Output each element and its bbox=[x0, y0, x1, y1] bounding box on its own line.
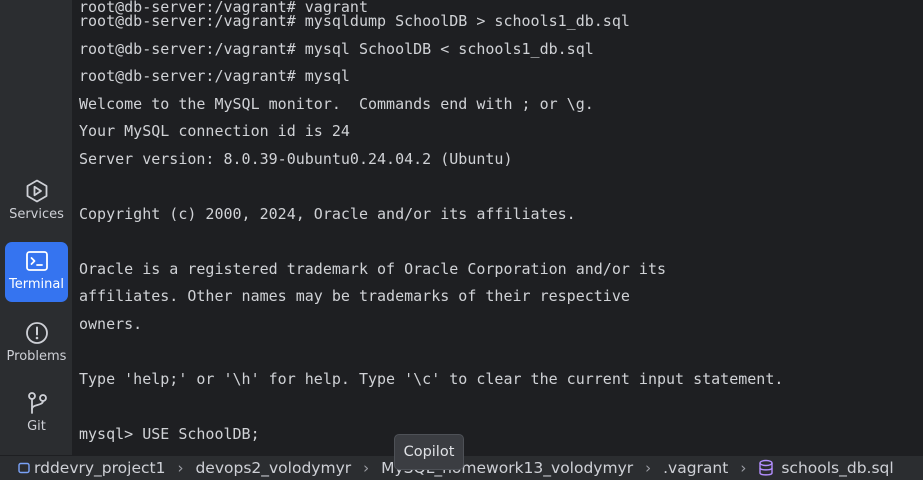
terminal-line: Server version: 8.0.39-0ubuntu0.24.04.2 … bbox=[79, 149, 513, 168]
copilot-tooltip: Copilot bbox=[394, 434, 464, 470]
database-file-icon bbox=[759, 459, 774, 476]
problems-label: Problems bbox=[6, 349, 67, 364]
services-tool-button[interactable]: Services bbox=[5, 174, 68, 234]
problems-icon bbox=[25, 322, 48, 344]
tool-window-sidebar: Services Terminal Problems Git bbox=[0, 0, 72, 455]
breadcrumb-label: schools_db.sql bbox=[781, 459, 894, 477]
project-icon bbox=[18, 462, 30, 474]
terminal-line: Your MySQL connection id is 24 bbox=[79, 122, 350, 140]
terminal-line: mysql> USE SchoolDB; bbox=[79, 424, 260, 443]
services-icon bbox=[26, 179, 47, 203]
terminal-output[interactable]: root@db-server:/vagrant# vagrant root@db… bbox=[72, 0, 923, 455]
git-tool-button[interactable]: Git bbox=[5, 390, 68, 450]
terminal-line: root@db-server:/vagrant# mysql SchoolDB … bbox=[79, 39, 594, 58]
terminal-line: Welcome to the MySQL monitor. Commands e… bbox=[79, 94, 594, 113]
breadcrumb-item[interactable]: .vagrant bbox=[663, 459, 728, 477]
terminal-line: Copyright (c) 2000, 2024, Oracle and/or … bbox=[79, 204, 576, 223]
terminal-icon bbox=[25, 251, 48, 271]
terminal-line: owners. bbox=[79, 314, 143, 333]
terminal-label: Terminal bbox=[9, 277, 64, 292]
chevron-right-icon: › bbox=[177, 459, 184, 477]
terminal-line: Type 'help;' or '\h' for help. Type '\c'… bbox=[79, 369, 784, 388]
git-label: Git bbox=[27, 419, 46, 434]
breadcrumb-item[interactable]: schools_db.sql bbox=[758, 459, 894, 477]
terminal-tool-button[interactable]: Terminal bbox=[5, 242, 68, 302]
terminal-line: Oracle is a registered trademark of Orac… bbox=[79, 259, 666, 278]
breadcrumb-label: devops2_volodymyr bbox=[195, 459, 352, 477]
terminal-line: affiliates. Other names may be trademark… bbox=[79, 287, 630, 305]
git-icon bbox=[27, 392, 47, 414]
chevron-right-icon: › bbox=[363, 459, 370, 477]
breadcrumb-item[interactable]: devops2_volodymyr bbox=[195, 459, 351, 477]
breadcrumb-item[interactable]: rddevry_project1 bbox=[18, 459, 165, 477]
tooltip-text: Copilot bbox=[403, 444, 455, 460]
breadcrumb-label: .vagrant bbox=[663, 459, 729, 477]
terminal-line: root@db-server:/vagrant# mysqldump Schoo… bbox=[79, 12, 630, 30]
chevron-right-icon: › bbox=[740, 459, 747, 477]
terminal-line: root@db-server:/vagrant# mysql bbox=[79, 67, 350, 85]
breadcrumb-label: rddevry_project1 bbox=[34, 459, 166, 477]
services-label: Services bbox=[9, 207, 64, 222]
problems-tool-button[interactable]: Problems bbox=[5, 318, 68, 378]
chevron-right-icon: › bbox=[645, 459, 652, 477]
